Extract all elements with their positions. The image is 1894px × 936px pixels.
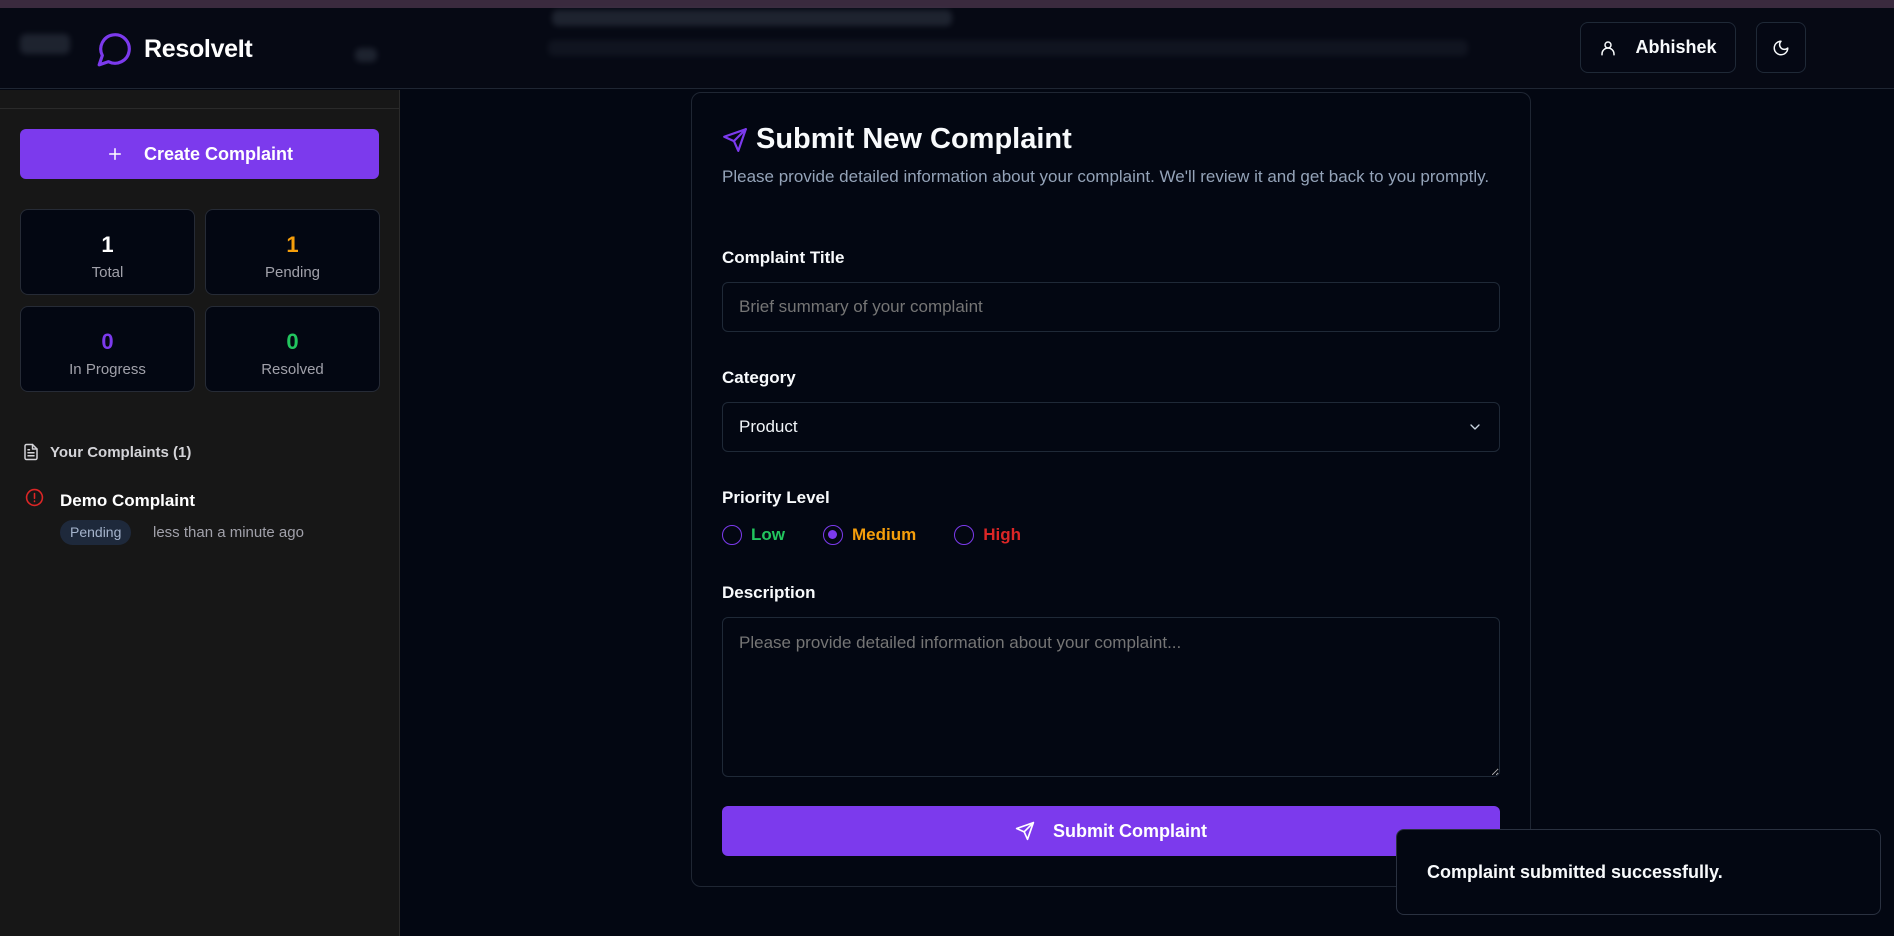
create-complaint-label: Create Complaint bbox=[143, 143, 294, 164]
submit-complaint-label: Submit Complaint bbox=[1053, 820, 1207, 841]
send-icon bbox=[1015, 821, 1035, 841]
theme-toggle-button[interactable] bbox=[1756, 22, 1806, 73]
brand-name: ResolveIt bbox=[144, 34, 253, 63]
stat-label: Resolved bbox=[261, 361, 324, 378]
priority-medium-label: Medium bbox=[852, 525, 917, 544]
create-complaint-button[interactable]: Create Complaint bbox=[20, 129, 379, 179]
priority-radio-group: Low Medium High bbox=[722, 525, 1021, 545]
stat-label: Pending bbox=[264, 264, 321, 281]
complaint-time: less than a minute ago bbox=[153, 524, 304, 541]
priority-low-label: Low bbox=[751, 525, 785, 544]
complaint-title-label: Complaint Title bbox=[722, 248, 845, 267]
user-icon bbox=[1601, 40, 1616, 55]
stat-card-resolved: 0 Resolved bbox=[205, 306, 380, 392]
stat-value: 1 bbox=[101, 232, 114, 257]
browser-top-strip bbox=[0, 0, 1894, 8]
form-title: Submit New Complaint bbox=[722, 123, 1072, 156]
divider bbox=[0, 108, 399, 109]
stat-value: 1 bbox=[286, 232, 299, 257]
toast-message: Complaint submitted successfully. bbox=[1427, 861, 1723, 882]
blurred-background-element bbox=[548, 40, 1468, 56]
stat-card-in-progress: 0 In Progress bbox=[20, 306, 195, 392]
complaint-title-input[interactable] bbox=[722, 282, 1500, 332]
complaints-list-title: Your Complaints (1) bbox=[50, 443, 192, 461]
stat-card-pending: 1 Pending bbox=[205, 209, 380, 295]
user-menu-button[interactable]: Abhishek bbox=[1580, 22, 1736, 73]
priority-low-option[interactable]: Low bbox=[722, 525, 785, 545]
blurred-background-element bbox=[552, 10, 952, 26]
priority-medium-option[interactable]: Medium bbox=[823, 525, 916, 545]
success-toast[interactable]: Complaint submitted successfully. bbox=[1396, 829, 1881, 915]
user-name: Abhishek bbox=[1635, 37, 1717, 57]
priority-high-radio[interactable] bbox=[954, 525, 975, 545]
category-select[interactable]: Product bbox=[722, 402, 1500, 452]
status-badge: Pending bbox=[60, 520, 132, 545]
moon-icon bbox=[1773, 40, 1789, 55]
alert-circle-icon bbox=[25, 488, 44, 507]
priority-high-option[interactable]: High bbox=[954, 525, 1021, 545]
category-value: Product bbox=[739, 417, 798, 436]
message-circle-icon bbox=[97, 33, 131, 67]
stat-label: In Progress bbox=[69, 361, 146, 378]
form-subtitle: Please provide detailed information abou… bbox=[722, 167, 1490, 186]
send-icon bbox=[723, 127, 747, 152]
category-label: Category bbox=[722, 368, 796, 387]
form-title-text: Submit New Complaint bbox=[756, 123, 1072, 155]
priority-high-label: High bbox=[983, 525, 1022, 544]
complaint-title: Demo Complaint bbox=[60, 491, 196, 510]
stat-card-total: 1 Total bbox=[20, 209, 195, 295]
stat-value: 0 bbox=[286, 329, 299, 354]
priority-medium-radio[interactable] bbox=[823, 525, 843, 545]
brand-logo[interactable]: ResolveIt bbox=[96, 30, 253, 68]
file-text-icon bbox=[24, 443, 38, 461]
sidebar: Create Complaint 1 Total 1 Pending 0 In … bbox=[0, 90, 400, 936]
blurred-background-element bbox=[20, 34, 70, 54]
complaints-list-header: Your Complaints (1) bbox=[22, 443, 191, 461]
complaint-form-card: Submit New Complaint Please provide deta… bbox=[691, 92, 1531, 887]
stat-label: Total bbox=[91, 264, 124, 281]
description-label: Description bbox=[722, 583, 816, 602]
priority-low-radio[interactable] bbox=[722, 525, 742, 545]
blurred-background-element bbox=[355, 48, 377, 62]
plus-icon bbox=[108, 148, 121, 160]
stat-value: 0 bbox=[101, 329, 114, 354]
app-header: ResolveIt Abhishek bbox=[0, 8, 1894, 89]
chevron-down-icon bbox=[1470, 424, 1480, 430]
description-textarea[interactable] bbox=[722, 617, 1500, 777]
priority-label: Priority Level bbox=[722, 488, 830, 507]
submit-complaint-button[interactable]: Submit Complaint bbox=[722, 806, 1500, 856]
